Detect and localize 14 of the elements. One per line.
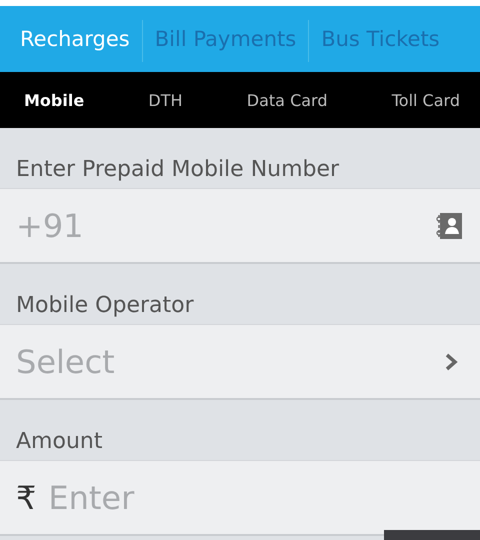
- amount-input[interactable]: Enter: [48, 478, 464, 516]
- phone-input[interactable]: +91: [16, 206, 434, 244]
- subtab[interactable]: Mobile: [24, 90, 84, 110]
- phone-field[interactable]: +91: [0, 188, 480, 264]
- subtab[interactable]: Data Card: [246, 90, 328, 110]
- subtab[interactable]: Toll Card: [392, 90, 460, 110]
- contact-book-icon[interactable]: [434, 212, 464, 240]
- subtab[interactable]: DTH: [148, 90, 183, 110]
- field-label: Mobile Operator: [15, 292, 195, 320]
- field-label: Amount: [15, 428, 104, 456]
- field-label: Enter Prepaid Mobile Number: [15, 156, 340, 184]
- chevron-icon: [444, 352, 458, 372]
- rupee-symbol: ₹: [16, 478, 36, 516]
- amount-field[interactable]: ₹ Enter: [0, 460, 480, 536]
